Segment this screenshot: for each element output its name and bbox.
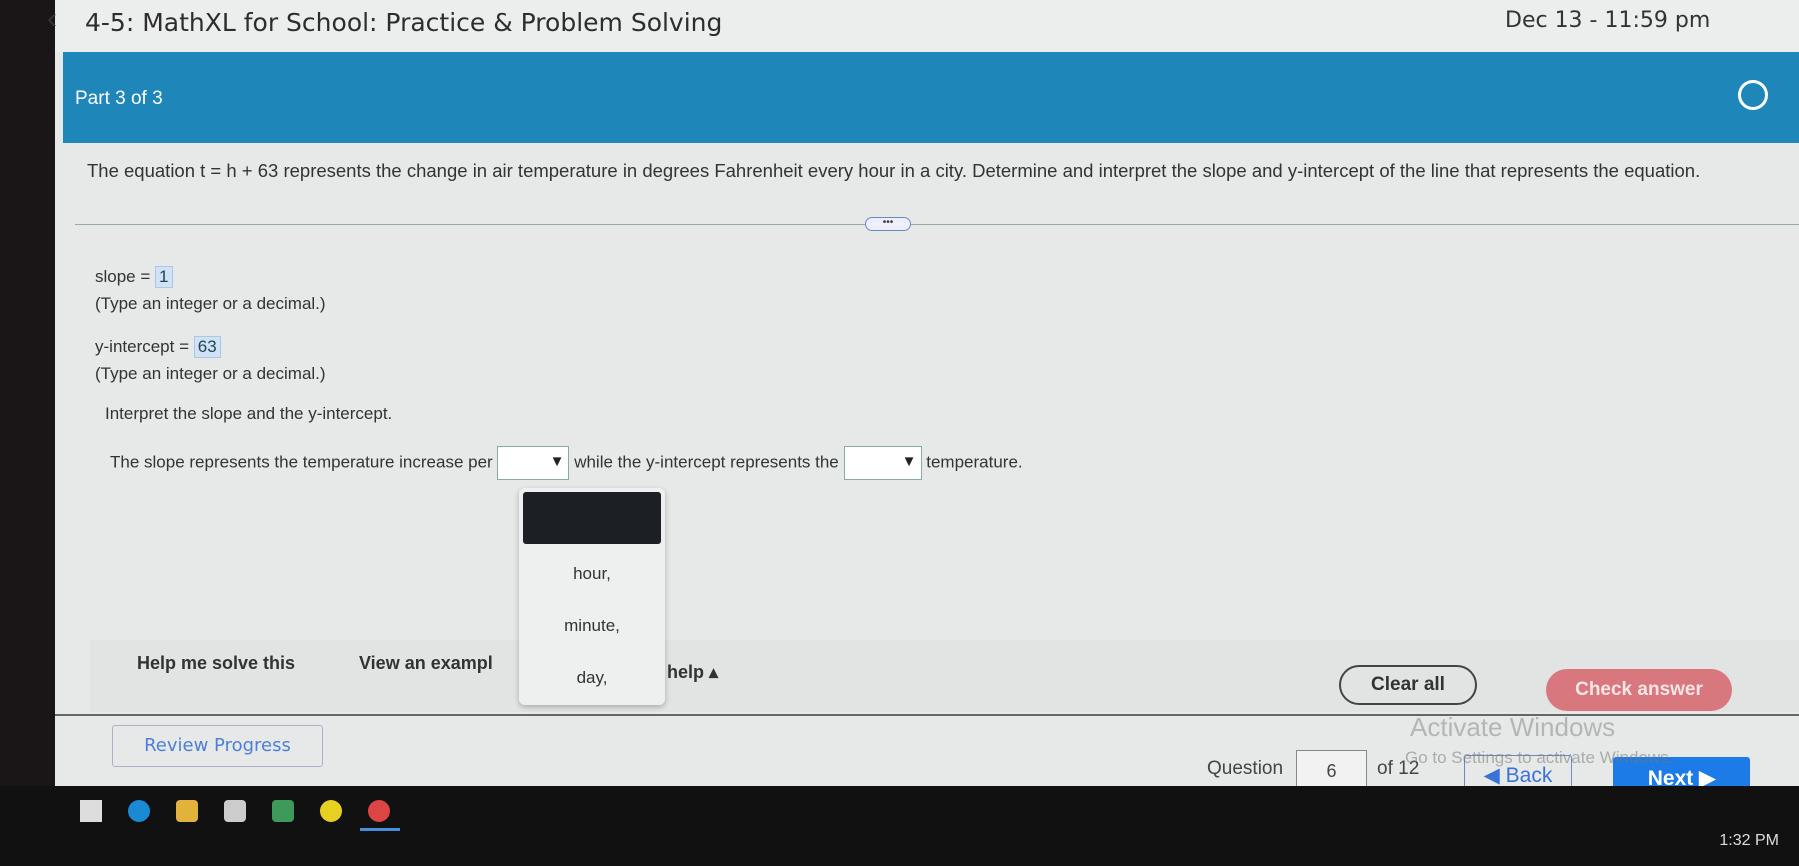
dropdown-option[interactable]: day, xyxy=(519,652,665,704)
divider xyxy=(75,224,1799,225)
intercept-hint: (Type an integer or a decimal.) xyxy=(95,364,326,383)
help-me-solve-link[interactable]: Help me solve this xyxy=(137,653,295,674)
view-example-link[interactable]: View an exampl xyxy=(359,653,493,674)
unit-dropdown[interactable]: ▼ xyxy=(497,446,570,480)
slope-hint: (Type an integer or a decimal.) xyxy=(95,294,326,313)
gear-icon[interactable] xyxy=(1738,80,1768,110)
check-answer-button[interactable]: Check answer xyxy=(1546,669,1732,711)
active-app-indicator xyxy=(360,828,400,831)
activate-windows-subtext: Go to Settings to activate Windows. xyxy=(1405,748,1674,767)
top-bar: ‹ 4-5: MathXL for School: Practice & Pro… xyxy=(47,0,1799,52)
question-number-input[interactable]: 6 xyxy=(1296,750,1367,791)
slope-answer[interactable]: 1 xyxy=(155,266,173,288)
dropdown-arrow-icon: ▼ xyxy=(549,453,565,470)
windows-start-icon[interactable] xyxy=(80,800,102,822)
question-header: Part 3 of 3 xyxy=(63,52,1799,143)
part-indicator: Part 3 of 3 xyxy=(75,88,163,109)
dropdown-option[interactable]: minute, xyxy=(519,600,665,652)
question-label: Question xyxy=(1207,758,1284,779)
help-bar xyxy=(90,640,1799,712)
dropdown-menu: hour, minute, day, xyxy=(519,488,665,705)
edge-icon[interactable] xyxy=(128,800,150,822)
temperature-dropdown[interactable]: ▼ xyxy=(843,446,922,480)
more-help-link[interactable]: help ▴ xyxy=(667,662,718,683)
interpret-sentence: The slope represents the temperature inc… xyxy=(110,446,1023,480)
expand-more-button[interactable]: ••• xyxy=(865,217,911,231)
activate-windows-watermark: Activate Windows xyxy=(1410,712,1616,742)
sentence-part2: while the y-intercept represents the xyxy=(574,452,839,472)
file-explorer-icon[interactable] xyxy=(176,800,198,822)
review-progress-button[interactable]: Review Progress xyxy=(112,725,323,767)
app-icon-yellow[interactable] xyxy=(320,800,342,822)
interpret-instruction: Interpret the slope and the y-intercept. xyxy=(105,404,393,423)
intercept-answer[interactable]: 63 xyxy=(193,336,221,358)
screen: ‹ 4-5: MathXL for School: Practice & Pro… xyxy=(47,0,1799,800)
store-icon[interactable] xyxy=(224,800,246,822)
assignment-title: 4-5: MathXL for School: Practice & Probl… xyxy=(85,8,723,37)
dropdown-option[interactable]: hour, xyxy=(519,548,665,600)
intercept-row: y-intercept = 63 xyxy=(95,336,221,358)
sentence-part1: The slope represents the temperature inc… xyxy=(110,452,493,472)
question-text: The equation t = h + 63 represents the c… xyxy=(87,160,1701,181)
clear-all-button[interactable]: Clear all xyxy=(1339,665,1477,705)
dropdown-option-blank[interactable] xyxy=(523,492,661,544)
back-chevron-icon[interactable]: ‹ xyxy=(47,2,57,36)
due-date: Dec 13 - 11:59 pm xyxy=(1505,8,1711,33)
intercept-label: y-intercept = xyxy=(95,337,190,356)
chrome-icon[interactable] xyxy=(368,800,390,822)
app-icon[interactable] xyxy=(272,800,294,822)
dropdown-arrow-icon: ▼ xyxy=(901,453,917,470)
slope-row: slope = 1 xyxy=(95,266,173,288)
taskbar: 1:32 PM xyxy=(0,786,1799,866)
taskbar-clock[interactable]: 1:32 PM xyxy=(1719,832,1779,850)
sentence-part3: temperature. xyxy=(926,452,1023,472)
slope-label: slope = xyxy=(95,267,151,286)
